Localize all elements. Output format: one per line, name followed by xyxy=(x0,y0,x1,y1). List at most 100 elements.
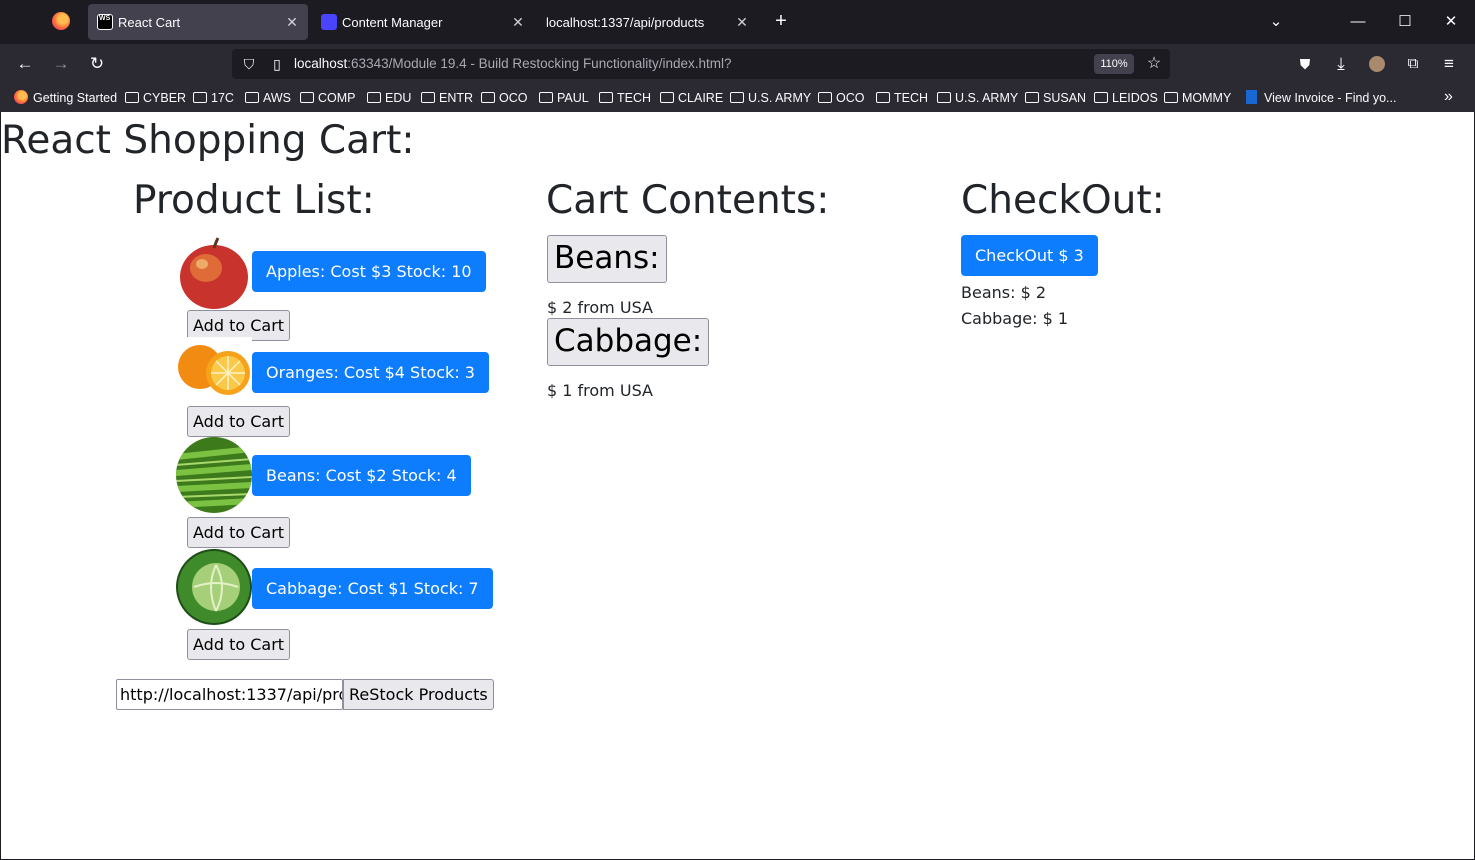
close-icon[interactable]: ✕ xyxy=(732,12,752,32)
bookmark-label: CLAIRE xyxy=(678,91,724,105)
star-icon[interactable]: ☆ xyxy=(1145,55,1163,73)
tab-title: Content Manager xyxy=(342,15,443,30)
bookmarks-toolbar: Getting Started CYBER 17C AWS COMP EDU E… xyxy=(0,84,1475,112)
shield-icon[interactable]: ⛉ xyxy=(240,55,258,73)
cart-heading: Cart Contents: xyxy=(546,178,830,223)
extensions-icon[interactable]: ⧉ xyxy=(1401,52,1425,76)
webstorm-icon: WS xyxy=(97,14,113,30)
account-avatar-icon[interactable] xyxy=(1365,52,1389,76)
product-button-beans[interactable]: Beans: Cost $2 Stock: 4 xyxy=(252,455,471,496)
bookmark-label: CYBER xyxy=(143,91,187,105)
bookmark-folder[interactable]: OCO xyxy=(481,90,527,106)
tab-api-products[interactable]: localhost:1337/api/products ✕ xyxy=(536,4,758,40)
bookmark-folder[interactable]: 17C xyxy=(193,90,234,106)
folder-icon xyxy=(1094,92,1108,103)
bookmark-label: 17C xyxy=(211,91,234,105)
tab-react-cart[interactable]: WS React Cart ✕ xyxy=(88,4,308,40)
bookmark-folder[interactable]: TECH xyxy=(876,90,928,106)
window-close-icon[interactable]: ✕ xyxy=(1439,10,1463,34)
restock-products-button[interactable]: ReStock Products xyxy=(343,679,494,710)
chevron-right-icon[interactable]: » xyxy=(1444,88,1453,106)
close-icon[interactable]: ✕ xyxy=(282,12,302,32)
folder-icon xyxy=(125,92,139,103)
chevron-down-icon[interactable]: ⌄ xyxy=(1264,10,1288,34)
forward-icon[interactable]: → xyxy=(49,52,73,76)
folder-icon xyxy=(300,92,314,103)
strapi-icon xyxy=(321,14,337,30)
beans-image xyxy=(176,437,252,513)
bookmark-folder[interactable]: AWS xyxy=(245,90,291,106)
bookmark-label: TECH xyxy=(617,91,652,105)
bookmark-folder[interactable]: LEIDOS xyxy=(1094,90,1158,106)
tab-content-manager[interactable]: Content Manager ✕ xyxy=(312,4,534,40)
folder-icon xyxy=(421,92,435,103)
bookmark-label: COMP xyxy=(318,91,356,105)
folder-icon xyxy=(367,92,381,103)
product-button-apples[interactable]: Apples: Cost $3 Stock: 10 xyxy=(252,251,486,292)
cart-item-button[interactable]: Beans: xyxy=(547,235,667,283)
checkout-line-item: Cabbage: $ 1 xyxy=(961,309,1069,328)
download-icon[interactable]: ⤓ xyxy=(1329,52,1353,76)
zoom-level[interactable]: 110% xyxy=(1094,54,1134,74)
pocket-icon[interactable]: ⛊ xyxy=(1293,52,1317,76)
bookmark-label: TECH xyxy=(894,91,929,105)
menu-icon[interactable]: ≡ xyxy=(1437,52,1461,76)
bookmark-folder[interactable]: SUSAN xyxy=(1025,90,1086,106)
firefox-icon[interactable] xyxy=(52,12,70,30)
reload-icon[interactable]: ↻ xyxy=(85,52,109,76)
folder-icon xyxy=(1164,92,1178,103)
folder-icon xyxy=(876,92,890,103)
close-icon[interactable]: ✕ xyxy=(508,12,528,32)
bookmark-folder[interactable]: EDU xyxy=(367,90,411,106)
firefox-icon xyxy=(14,90,28,104)
navigation-toolbar: ← → ↻ ⛉ ▯ localhost:63343/Module 19.4 - … xyxy=(0,44,1475,84)
bookmark-label: U.S. ARMY xyxy=(955,91,1019,105)
bookmark-folder[interactable]: TECH xyxy=(599,90,651,106)
bookmark-folder[interactable]: COMP xyxy=(300,90,356,106)
page-icon[interactable]: ▯ xyxy=(268,55,286,73)
tab-strip: WS React Cart ✕ Content Manager ✕ localh… xyxy=(0,0,1475,44)
cart-item-button[interactable]: Cabbage: xyxy=(547,318,710,366)
add-to-cart-button[interactable]: Add to Cart xyxy=(187,629,291,660)
folder-icon xyxy=(245,92,259,103)
address-bar[interactable]: ⛉ ▯ localhost:63343/Module 19.4 - Build … xyxy=(232,49,1170,79)
maximize-icon[interactable]: ☐ xyxy=(1393,10,1417,34)
orange-image xyxy=(176,337,252,401)
folder-icon xyxy=(660,92,674,103)
folder-icon xyxy=(818,92,832,103)
bookmark-folder[interactable]: CYBER xyxy=(125,90,186,106)
folder-icon xyxy=(481,92,495,103)
bookmark-folder[interactable]: MOMMY xyxy=(1164,90,1231,106)
back-icon[interactable]: ← xyxy=(13,52,37,76)
tab-title: localhost:1337/api/products xyxy=(546,15,705,30)
bookmark-folder[interactable]: PAUL xyxy=(539,90,589,106)
folder-icon xyxy=(539,92,553,103)
bookmark-folder[interactable]: ENTR xyxy=(421,90,473,106)
restock-url-input[interactable]: http://localhost:1337/api/products xyxy=(116,679,343,710)
url-path: :63343/Module 19.4 - Build Restocking Fu… xyxy=(347,56,732,71)
add-to-cart-button[interactable]: Add to Cart xyxy=(187,406,291,437)
bookmark-label: Getting Started xyxy=(33,91,118,105)
bookmark-label: U.S. ARMY xyxy=(748,91,812,105)
folder-icon xyxy=(193,92,207,103)
bookmark-getting-started[interactable]: Getting Started xyxy=(14,90,117,106)
bookmark-label: AWS xyxy=(263,91,292,105)
bookmark-folder[interactable]: OCO xyxy=(818,90,864,106)
checkout-heading: CheckOut: xyxy=(961,178,1165,223)
page-viewport: React Shopping Cart: Product List: Cart … xyxy=(1,112,1474,859)
folder-icon xyxy=(937,92,951,103)
add-to-cart-button[interactable]: Add to Cart xyxy=(187,517,291,548)
bookmark-folder[interactable]: CLAIRE xyxy=(660,90,723,106)
minimize-icon[interactable]: — xyxy=(1346,10,1370,34)
product-button-cabbage[interactable]: Cabbage: Cost $1 Stock: 7 xyxy=(252,568,493,609)
bookmark-label: PAUL xyxy=(557,91,589,105)
url-host: localhost xyxy=(294,56,348,71)
bookmark-folder[interactable]: U.S. ARMY xyxy=(937,90,1018,106)
page-title: React Shopping Cart: xyxy=(1,118,415,163)
new-tab-icon[interactable]: + xyxy=(770,10,792,32)
bookmark-folder[interactable]: U.S. ARMY xyxy=(730,90,811,106)
product-button-oranges[interactable]: Oranges: Cost $4 Stock: 3 xyxy=(252,352,489,393)
checkout-button[interactable]: CheckOut $ 3 xyxy=(961,235,1098,276)
bookmark-view-invoice[interactable]: View Invoice - Find yo... xyxy=(1246,90,1396,106)
url-text[interactable]: localhost:63343/Module 19.4 - Build Rest… xyxy=(294,56,732,71)
